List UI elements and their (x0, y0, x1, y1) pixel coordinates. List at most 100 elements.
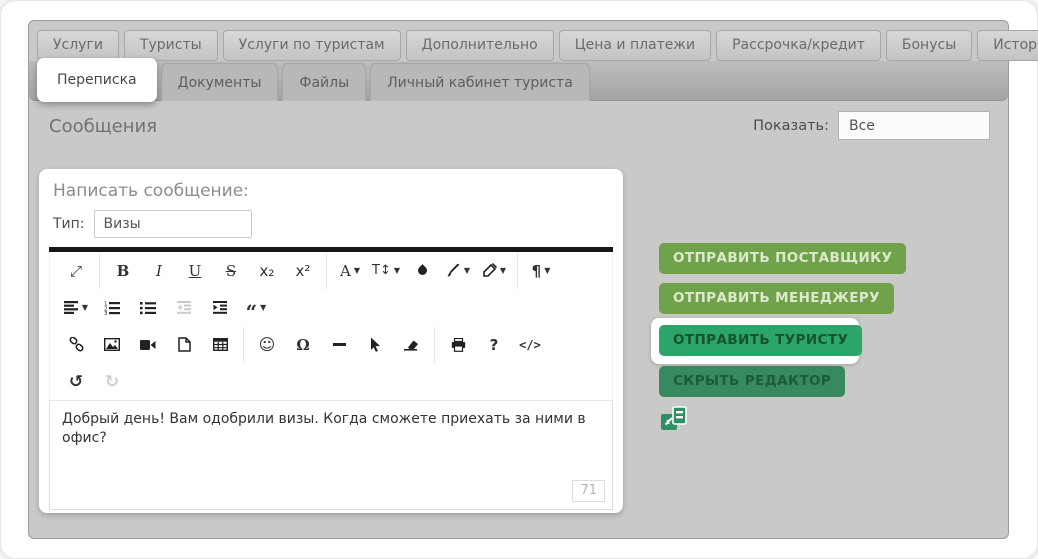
help-button[interactable]: ? (476, 330, 512, 360)
outdent-icon (177, 301, 192, 314)
blockquote-icon: “ (246, 307, 258, 317)
tab-correspondence[interactable]: Переписка (37, 58, 157, 102)
special-character-icon: Ω (296, 336, 309, 354)
tab-tourists[interactable]: Туристы (124, 30, 218, 61)
tab-installment-credit[interactable]: Рассрочка/кредит (716, 30, 881, 61)
paragraph-icon: ¶ (532, 262, 542, 280)
subscript-button[interactable]: x₂ (249, 256, 285, 286)
tab-services-by-tourists[interactable]: Услуги по туристам (223, 30, 401, 61)
message-editing-area[interactable]: Добрый день! Вам одобрили визы. Когда см… (49, 400, 613, 510)
show-filter-select[interactable] (838, 111, 990, 140)
font-style-button[interactable]: A▼ (332, 256, 368, 286)
outdent-button[interactable] (166, 293, 202, 323)
tab-tourist-cabinet[interactable]: Личный кабинет туриста (370, 63, 590, 101)
emoji-icon: ☺ (259, 335, 276, 354)
tab-documents[interactable]: Документы (161, 63, 279, 101)
insert-template-icon[interactable] (660, 405, 688, 433)
hide-editor-button[interactable]: СКРЫТЬ РЕДАКТОР (659, 366, 845, 397)
ordered-list-button[interactable]: 123 (94, 293, 130, 323)
underline-button[interactable]: U (177, 256, 213, 286)
editor-toolbar: ⤢ B I U S x₂ x² A▼ T↕▼ (49, 252, 613, 400)
bold-button[interactable]: B (105, 256, 141, 286)
italic-icon: I (156, 262, 162, 280)
video-icon (140, 339, 156, 351)
order-window: Услуги Туристы Услуги по туристам Дополн… (0, 0, 1038, 559)
redo-button[interactable]: ↻ (94, 367, 130, 397)
emoji-button[interactable]: ☺ (249, 330, 285, 360)
table-button[interactable] (202, 330, 238, 360)
send-to-manager-button[interactable]: ОТПРАВИТЬ МЕНЕДЖЕРУ (659, 283, 894, 314)
picture-button[interactable] (94, 330, 130, 360)
chevron-down-icon: ▼ (82, 303, 88, 312)
font-size-icon: T↕ (372, 263, 391, 278)
show-filter: Показать: (753, 111, 990, 140)
character-counter: 71 (572, 480, 605, 502)
link-icon (69, 337, 84, 352)
unordered-list-icon (140, 301, 156, 315)
file-button[interactable] (166, 330, 202, 360)
show-filter-label: Показать: (753, 118, 829, 134)
superscript-button[interactable]: x² (285, 256, 321, 286)
marker-button[interactable]: ▼ (476, 256, 512, 286)
svg-text:3: 3 (104, 311, 108, 315)
undo-icon: ↺ (69, 372, 83, 392)
undo-button[interactable]: ↺ (58, 367, 94, 397)
code-view-button[interactable]: </> (512, 330, 548, 360)
fullscreen-icon: ⤢ (70, 262, 82, 280)
tab-additional[interactable]: Дополнительно (406, 30, 554, 61)
color-drop-icon (416, 264, 429, 277)
horizontal-rule-icon (333, 343, 346, 346)
subscript-icon: x₂ (260, 262, 275, 280)
italic-button[interactable]: I (141, 256, 177, 286)
tab-price-payments[interactable]: Цена и платежи (559, 30, 711, 61)
recent-color-button[interactable] (404, 256, 440, 286)
ordered-list-icon: 123 (104, 301, 120, 315)
message-type-input[interactable] (94, 210, 252, 238)
redo-icon: ↻ (105, 372, 119, 392)
toolbar-divider (326, 253, 327, 289)
video-button[interactable] (130, 330, 166, 360)
code-view-icon: </> (519, 338, 541, 352)
send-to-supplier-button[interactable]: ОТПРАВИТЬ ПОСТАВЩИКУ (659, 243, 906, 274)
link-button[interactable] (58, 330, 94, 360)
picture-icon (104, 338, 120, 351)
indent-button[interactable] (202, 293, 238, 323)
tab-bonuses[interactable]: Бонусы (886, 30, 972, 61)
tab-files[interactable]: Файлы (282, 63, 366, 101)
eraser-icon (403, 338, 419, 351)
font-style-icon: A (340, 262, 351, 280)
toolbar-divider (434, 327, 435, 363)
toolbar-divider (99, 253, 100, 289)
blockquote-button[interactable]: “▼ (238, 293, 274, 323)
file-icon (178, 337, 191, 352)
chevron-down-icon: ▼ (394, 266, 400, 275)
toolbar-divider (243, 327, 244, 363)
toolbar-row-3: ☺ Ω (50, 326, 612, 363)
font-size-button[interactable]: T↕▼ (368, 256, 404, 286)
special-char-button[interactable]: Ω (285, 330, 321, 360)
print-button[interactable] (440, 330, 476, 360)
marker-icon (482, 263, 497, 278)
unordered-list-button[interactable] (130, 293, 166, 323)
page-title: Сообщения (49, 116, 157, 137)
compose-message-panel: Написать сообщение: Тип: ⤢ B I U S x₂ (39, 169, 623, 513)
strikethrough-icon: S (226, 262, 236, 280)
paragraph-style-button[interactable]: ¶▼ (523, 256, 559, 286)
type-label: Тип: (53, 216, 85, 232)
align-button[interactable]: ▼ (58, 293, 94, 323)
fullscreen-button[interactable]: ⤢ (58, 256, 94, 286)
chevron-down-icon: ▼ (260, 303, 266, 312)
pointer-button[interactable] (357, 330, 393, 360)
message-text: Добрый день! Вам одобрили визы. Когда см… (62, 411, 586, 446)
tab-services[interactable]: Услуги (37, 30, 119, 61)
horizontal-rule-button[interactable] (321, 330, 357, 360)
tab-history[interactable]: История изм. (977, 30, 1038, 61)
print-icon (451, 338, 466, 352)
send-to-tourist-button[interactable]: ОТПРАВИТЬ ТУРИСТУ (659, 325, 862, 356)
eraser-button[interactable] (393, 330, 429, 360)
strikethrough-button[interactable]: S (213, 256, 249, 286)
chevron-down-icon: ▼ (464, 266, 470, 275)
toolbar-row-2: ▼ 123 (50, 289, 612, 326)
toolbar-row-4: ↺ ↻ (50, 363, 612, 400)
brush-button[interactable]: ▼ (440, 256, 476, 286)
